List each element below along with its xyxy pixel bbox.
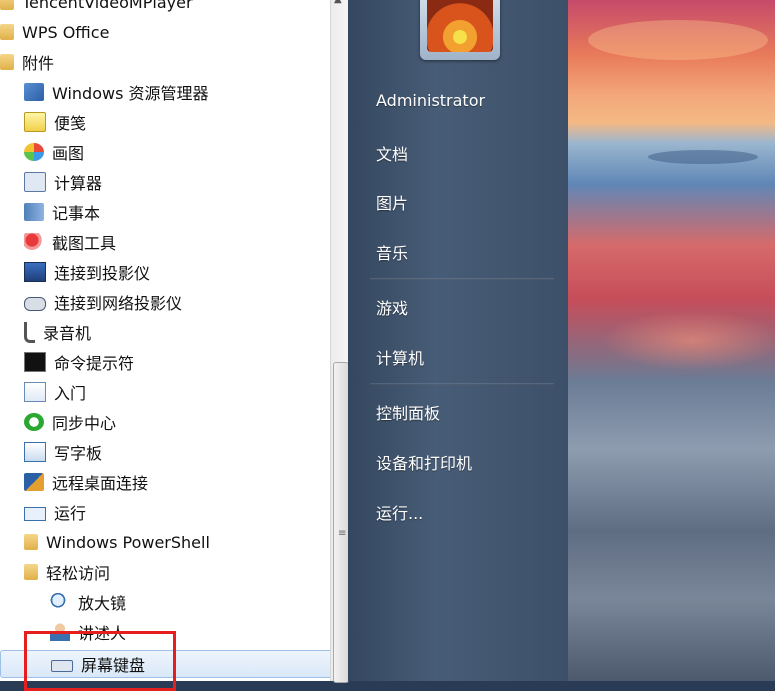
menu-separator	[370, 278, 554, 280]
program-item[interactable]: 连接到网络投影仪	[0, 288, 330, 316]
menu-item-computer[interactable]: 计算机	[376, 345, 424, 369]
program-item[interactable]: 运行	[0, 498, 330, 526]
network-projector-icon	[24, 296, 46, 311]
program-item-label: 计算器	[54, 174, 103, 193]
program-item-label: Windows PowerShell	[46, 532, 210, 552]
paint-icon	[24, 143, 44, 161]
getting-started-icon	[24, 382, 46, 402]
menu-item-control-panel[interactable]: 控制面板	[376, 400, 440, 424]
program-item[interactable]: 放大镜	[0, 588, 330, 616]
program-item[interactable]: 讲述人	[0, 618, 330, 646]
folder-icon	[0, 0, 14, 10]
magnifier-icon	[50, 593, 70, 611]
program-item[interactable]: Windows 资源管理器	[0, 78, 330, 106]
program-item[interactable]: 计算器	[0, 168, 330, 196]
all-programs-list: TencentVideoMPlayer WPS Office 附件 Windows 资…	[0, 0, 330, 681]
menu-item-music[interactable]: 音乐	[376, 240, 408, 264]
program-item[interactable]: 录音机	[0, 318, 330, 346]
program-item-label: 记事本	[52, 204, 101, 223]
program-item[interactable]: TencentVideoMPlayer	[0, 0, 328, 16]
program-item[interactable]: 轻松访问	[0, 558, 330, 586]
program-item-label: 远程桌面连接	[52, 474, 149, 493]
program-item-label: 录音机	[43, 324, 92, 343]
scroll-grip-icon: ≡	[338, 528, 347, 539]
narrator-icon	[50, 623, 70, 641]
user-avatar-flower-icon	[427, 0, 493, 52]
wallpaper-rock	[648, 150, 758, 164]
folder-icon	[0, 54, 14, 70]
program-item[interactable]: 写字板	[0, 438, 330, 466]
program-item-label: WPS Office	[22, 22, 110, 42]
program-item-label: 讲述人	[78, 624, 127, 643]
explorer-icon	[24, 83, 44, 101]
scroll-up-arrow-icon[interactable]: ▲	[334, 0, 342, 5]
remote-desktop-icon	[24, 473, 44, 491]
menu-item-documents[interactable]: 文档	[376, 141, 408, 165]
program-item-label: 附件	[22, 54, 55, 73]
folder-icon	[24, 564, 38, 580]
menu-item-games[interactable]: 游戏	[376, 295, 408, 319]
menu-item-administrator[interactable]: Administrator	[376, 91, 485, 110]
program-item-label: 便笺	[54, 114, 87, 133]
folder-icon	[24, 534, 38, 550]
notepad-icon	[24, 203, 44, 221]
menu-item-pictures[interactable]: 图片	[376, 190, 408, 214]
program-item-label: TencentVideoMPlayer	[22, 0, 193, 12]
program-item-label: 入门	[54, 384, 87, 403]
program-item-label: 画图	[52, 144, 85, 163]
keyboard-icon	[51, 660, 73, 672]
menu-item-devices-and-printers[interactable]: 设备和打印机	[376, 450, 472, 474]
program-item[interactable]: 命令提示符	[0, 348, 330, 376]
start-menu-right-pane: Administrator 文档 图片 音乐 游戏 计算机 控制面板 设备和打印…	[348, 0, 568, 681]
snipping-tool-icon	[24, 233, 44, 251]
desktop-wallpaper	[568, 0, 775, 681]
program-item-label: 命令提示符	[54, 354, 135, 373]
programs-scrollbar[interactable]: ▲ ≡	[330, 0, 349, 683]
user-picture-frame[interactable]	[420, 0, 500, 60]
program-item[interactable]: WPS Office	[0, 18, 328, 46]
program-item-label: 运行	[54, 504, 87, 523]
sync-center-icon	[24, 413, 44, 431]
cmd-icon	[24, 352, 46, 372]
projector-icon	[24, 262, 46, 282]
wordpad-icon	[24, 442, 46, 462]
program-item[interactable]: 记事本	[0, 198, 330, 226]
program-item[interactable]: 截图工具	[0, 228, 330, 256]
program-item-label: 截图工具	[52, 234, 117, 253]
program-item-label: 写字板	[54, 444, 103, 463]
program-item[interactable]: 便笺	[0, 108, 330, 136]
program-item[interactable]: 远程桌面连接	[0, 468, 330, 496]
program-item[interactable]: 入门	[0, 378, 330, 406]
program-item-label: 同步中心	[52, 414, 117, 433]
program-item-label: Windows 资源管理器	[52, 84, 209, 103]
calculator-icon	[24, 172, 46, 192]
scroll-thumb[interactable]: ≡	[333, 362, 349, 683]
program-item-label: 屏幕键盘	[81, 656, 146, 675]
program-item[interactable]: 画图	[0, 138, 330, 166]
program-item-label: 连接到网络投影仪	[54, 294, 183, 313]
menu-separator	[370, 383, 554, 385]
program-item[interactable]: 连接到投影仪	[0, 258, 330, 286]
menu-item-run[interactable]: 运行...	[376, 500, 423, 524]
folder-icon	[0, 24, 14, 40]
program-item[interactable]: 屏幕键盘	[0, 650, 330, 678]
program-item-label: 轻松访问	[46, 564, 111, 583]
program-item-label: 连接到投影仪	[54, 264, 151, 283]
sticky-note-icon	[24, 112, 46, 132]
microphone-icon	[24, 321, 35, 343]
program-item-label: 放大镜	[78, 594, 127, 613]
program-item[interactable]: Windows PowerShell	[0, 528, 330, 556]
wallpaper-cloud	[588, 20, 768, 60]
program-item[interactable]: 附件	[0, 48, 328, 76]
run-icon	[24, 506, 46, 521]
program-item[interactable]: 同步中心	[0, 408, 330, 436]
